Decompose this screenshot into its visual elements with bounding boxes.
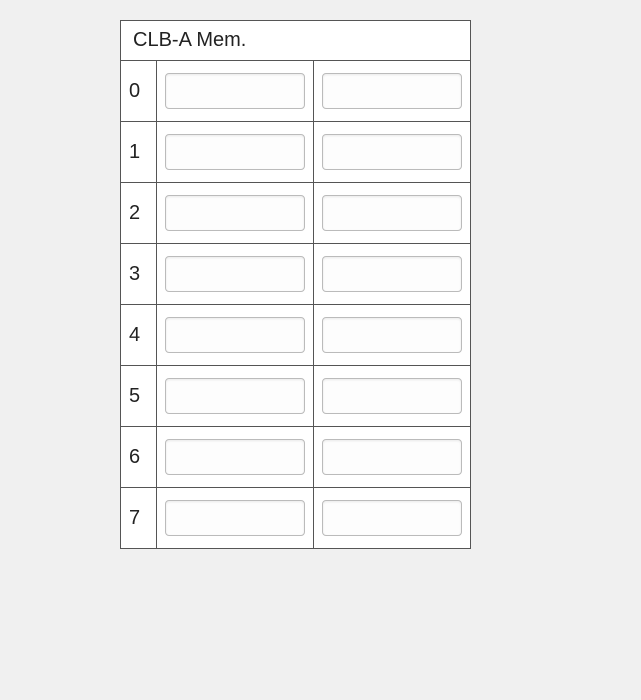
mem-input-0-1[interactable] [165,73,305,109]
mem-input-1-1[interactable] [165,134,305,170]
cell-col2 [314,244,471,305]
cell-col2 [314,427,471,488]
cell-col1 [157,244,314,305]
mem-input-4-1[interactable] [165,317,305,353]
cell-col2 [314,122,471,183]
table-body: 0 1 2 3 [121,61,471,549]
mem-input-2-1[interactable] [165,195,305,231]
cell-col1 [157,61,314,122]
row-label: 5 [121,366,157,427]
cell-col2 [314,488,471,549]
cell-col1 [157,305,314,366]
row-label: 2 [121,183,157,244]
row-label: 6 [121,427,157,488]
row-label: 3 [121,244,157,305]
mem-input-1-2[interactable] [322,134,462,170]
cell-col2 [314,366,471,427]
mem-input-6-1[interactable] [165,439,305,475]
table-row: 0 [121,61,471,122]
table-row: 7 [121,488,471,549]
mem-input-2-2[interactable] [322,195,462,231]
mem-input-6-2[interactable] [322,439,462,475]
memory-table: CLB-A Mem. 0 1 2 [120,20,471,549]
cell-col1 [157,366,314,427]
row-label: 0 [121,61,157,122]
cell-col2 [314,183,471,244]
table-row: 4 [121,305,471,366]
mem-input-3-2[interactable] [322,256,462,292]
table-row: 5 [121,366,471,427]
mem-input-0-2[interactable] [322,73,462,109]
table-row: 3 [121,244,471,305]
table-title: CLB-A Mem. [121,21,471,61]
mem-input-4-2[interactable] [322,317,462,353]
table-row: 6 [121,427,471,488]
cell-col2 [314,305,471,366]
cell-col2 [314,61,471,122]
cell-col1 [157,183,314,244]
row-label: 1 [121,122,157,183]
mem-input-7-1[interactable] [165,500,305,536]
table-row: 2 [121,183,471,244]
mem-input-5-2[interactable] [322,378,462,414]
row-label: 7 [121,488,157,549]
cell-col1 [157,122,314,183]
mem-input-5-1[interactable] [165,378,305,414]
cell-col1 [157,488,314,549]
cell-col1 [157,427,314,488]
row-label: 4 [121,305,157,366]
mem-input-3-1[interactable] [165,256,305,292]
mem-input-7-2[interactable] [322,500,462,536]
table-row: 1 [121,122,471,183]
